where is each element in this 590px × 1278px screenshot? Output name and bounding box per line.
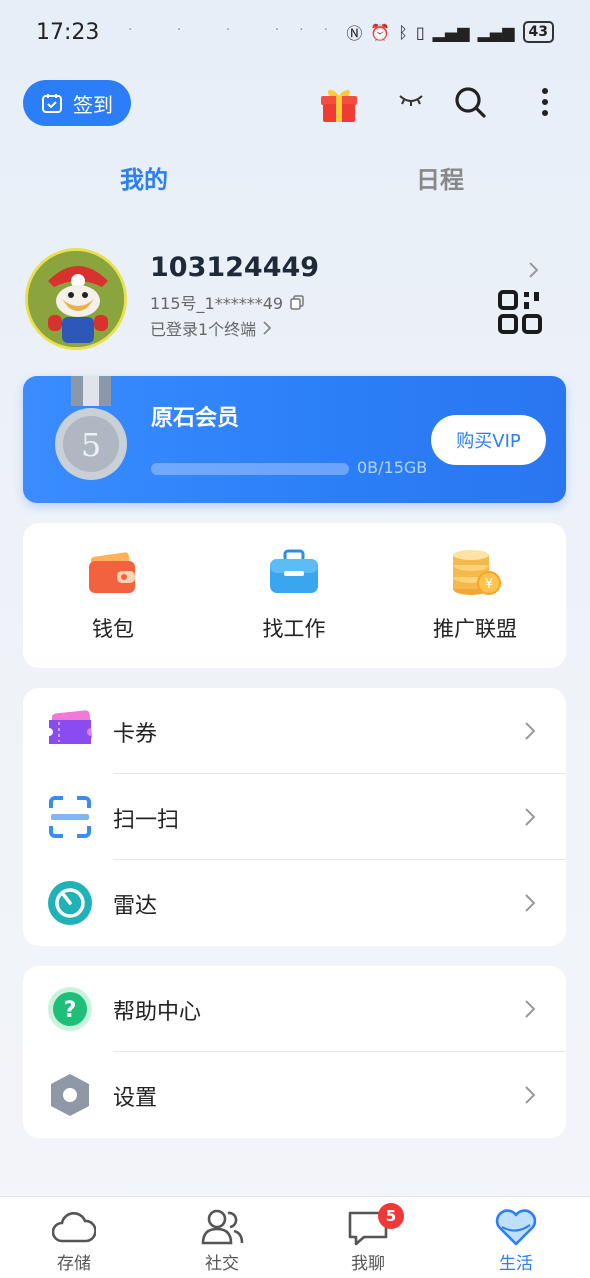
chevron-right-icon (525, 1086, 536, 1104)
storage-progress-bar (151, 463, 349, 475)
unread-badge: 5 (378, 1203, 404, 1229)
coupons-label: 卡券 (113, 722, 158, 747)
wallet-label: 钱包 (92, 617, 134, 641)
chevron-right-icon (525, 722, 536, 740)
top-bar: 签到 (0, 78, 590, 130)
vip-title: 原石会员 (151, 406, 240, 431)
help-label: 帮助中心 (113, 1000, 202, 1025)
medal-icon: 5 (55, 376, 127, 480)
avatar[interactable] (25, 248, 127, 350)
svg-text:¥: ¥ (485, 577, 493, 592)
avatar-image (28, 251, 124, 347)
radar-icon (48, 881, 92, 925)
bluetooth-icon: ᛒ (398, 22, 408, 42)
tab-mine[interactable]: 我的 (120, 160, 168, 195)
more-icon[interactable] (530, 84, 560, 120)
calendar-check-icon (42, 94, 62, 113)
nav-chat-label: 我聊 (351, 1254, 385, 1274)
hide-eye-icon[interactable] (398, 90, 424, 110)
menu-item-radar[interactable]: 雷达 (23, 860, 566, 946)
menu-item-coupons[interactable]: 卡券 (23, 688, 566, 774)
nav-chat[interactable]: 5 我聊 (318, 1203, 418, 1274)
job-action[interactable]: 找工作 (214, 549, 374, 643)
profile-chevron-icon[interactable] (526, 260, 542, 280)
scan-label: 扫一扫 (113, 808, 180, 833)
signin-label: 签到 (73, 92, 113, 117)
notification-dots: · · · ··· (128, 22, 349, 38)
nav-life-label: 生活 (499, 1254, 533, 1274)
coins-icon: ¥ (453, 550, 501, 595)
copy-icon[interactable] (289, 294, 305, 310)
menu-item-help[interactable]: ? 帮助中心 (23, 966, 566, 1052)
ticket-icon (49, 710, 92, 744)
status-bar: 17:23 · · · ··· Ⓝ ⏰ ᛒ ▯ ▂▄▆ ▂▄▆ 43 (0, 0, 590, 66)
account-id: 115号_1******49 (150, 294, 284, 313)
gift-icon[interactable] (318, 82, 360, 124)
battery-icon: 43 (522, 21, 554, 43)
status-icons: Ⓝ ⏰ ᛒ ▯ ▂▄▆ ▂▄▆ 43 (346, 20, 554, 44)
terminal-status: 已登录1个终端 (150, 320, 257, 339)
settings-icon (51, 1074, 89, 1116)
qrcode-icon[interactable] (498, 290, 542, 334)
storage-usage: 0B/15GB (357, 458, 428, 477)
help-icon: ? (48, 987, 92, 1031)
chevron-right-icon (525, 894, 536, 912)
affiliate-label: 推广联盟 (433, 617, 517, 641)
wallet-icon (89, 552, 135, 593)
nav-storage-label: 存储 (57, 1254, 91, 1274)
username: 103124449 (150, 252, 320, 283)
scan-icon (49, 796, 91, 838)
svg-text:?: ? (64, 998, 77, 1023)
terminal-status-row[interactable]: 已登录1个终端 (150, 316, 272, 340)
wallet-action[interactable]: 钱包 (33, 549, 193, 643)
affiliate-action[interactable]: ¥ 推广联盟 (395, 549, 555, 643)
settings-label: 设置 (113, 1086, 158, 1111)
alarm-icon: ⏰ (370, 22, 391, 42)
heart-icon (495, 1209, 537, 1246)
menu-group-2: ? 帮助中心 设置 (23, 966, 566, 1138)
bottom-nav: 存储 社交 5 我聊 生活 (0, 1196, 590, 1278)
nav-storage[interactable]: 存储 (24, 1207, 124, 1274)
menu-item-scan[interactable]: 扫一扫 (23, 774, 566, 860)
nav-social-label: 社交 (205, 1254, 239, 1274)
chevron-right-icon (525, 808, 536, 826)
menu-group-1: 卡券 扫一扫 雷达 (23, 688, 566, 946)
buy-vip-button[interactable]: 购买VIP (431, 415, 546, 465)
profile-section[interactable]: 103124449 115号_1******49 已登录1个终端 (0, 246, 590, 356)
tab-bar: 我的 日程 (0, 160, 590, 204)
quick-actions-panel: 钱包 找工作 ¥ 推广联盟 (23, 523, 566, 668)
people-icon (201, 1209, 244, 1245)
briefcase-icon (270, 549, 318, 593)
signal-icon: ▂▄▆ (432, 22, 470, 42)
signal-icon-2: ▂▄▆ (477, 22, 515, 42)
cloud-icon (52, 1211, 96, 1243)
radar-label: 雷达 (113, 894, 158, 919)
vip-card[interactable]: 5 原石会员 0B/15GB 购买VIP (23, 376, 566, 503)
status-time: 17:23 (36, 20, 100, 45)
vibrate-icon: ▯ (415, 22, 425, 42)
nav-life[interactable]: 生活 (466, 1207, 566, 1274)
search-icon[interactable] (452, 84, 488, 120)
nfc-icon: Ⓝ (346, 24, 363, 43)
nav-social[interactable]: 社交 (172, 1207, 272, 1274)
chevron-right-icon (263, 321, 272, 335)
account-id-row: 115号_1******49 (150, 290, 305, 314)
job-label: 找工作 (262, 617, 326, 641)
tab-schedule[interactable]: 日程 (416, 160, 464, 195)
chevron-right-icon (525, 1000, 536, 1018)
menu-item-settings[interactable]: 设置 (23, 1052, 566, 1138)
signin-button[interactable]: 签到 (23, 80, 131, 126)
medal-level: 5 (81, 426, 101, 464)
